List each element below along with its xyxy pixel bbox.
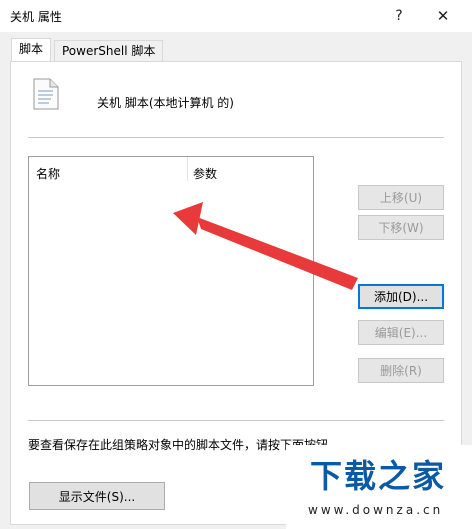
watermark-url: www.downza.cn <box>308 503 444 517</box>
downza-watermark: 下载之家 www.downza.cn <box>286 445 472 529</box>
tab-scripts[interactable]: 脚本 <box>11 38 52 61</box>
arrow-shaft <box>197 217 358 290</box>
shutdown-properties-dialog: 关机 属性 ? ✕ 脚本 PowerShell 脚本 关机 脚本(本地计算机 的… <box>0 0 472 529</box>
watermark-brand: 下载之家 <box>310 457 447 495</box>
arrow-head <box>173 202 203 235</box>
